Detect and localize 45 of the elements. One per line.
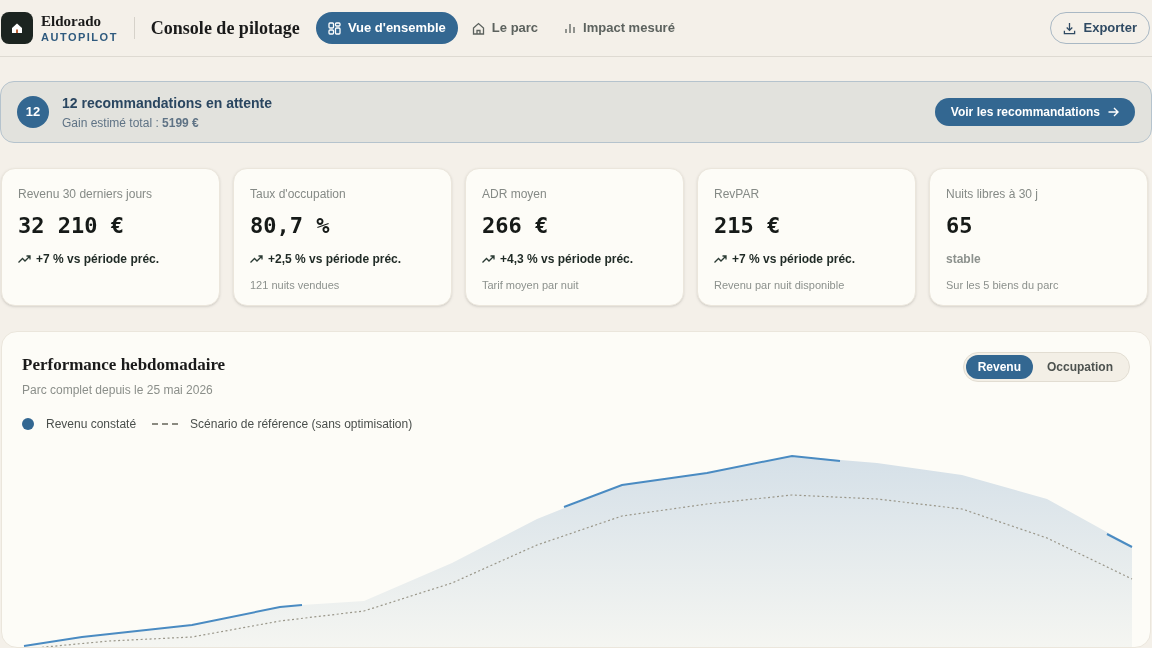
kpi-note: Sur les 5 biens du parc: [946, 278, 1060, 293]
kpi-label: Nuits libres à 30 j: [946, 186, 1040, 203]
legend-label: Revenu constaté: [46, 415, 137, 433]
kpi-label: ADR moyen: [482, 186, 548, 203]
trend-up-icon: [482, 255, 495, 263]
kpi-label: Revenu 30 derniers jours: [18, 186, 154, 203]
chart-title: Performance hebdomadaire: [22, 354, 226, 376]
kpi-trend: stable: [946, 251, 981, 268]
kpi-value: 32 210 €: [18, 212, 125, 240]
kpi-value: 65: [946, 212, 974, 240]
house-icon: [471, 21, 485, 35]
kpi-label: RevPAR: [714, 186, 761, 203]
trend-up-icon: [18, 255, 31, 263]
trend-up-icon: [714, 255, 727, 263]
banner-subtitle: Gain estimé total : 5199 €: [62, 114, 200, 132]
logo-icon: [1, 12, 33, 44]
grid-icon: [327, 21, 341, 35]
kpi-note: Tarif moyen par nuit: [482, 278, 580, 293]
download-icon: [1062, 21, 1076, 35]
bar-chart-icon: [564, 22, 577, 34]
kpi-trend: +2,5 % vs période préc.: [268, 251, 402, 268]
kpi-note: 121 nuits vendues: [250, 278, 341, 293]
legend-label: Scénario de référence (sans optimisation): [190, 415, 413, 433]
toggle-option[interactable]: Revenu: [965, 355, 1033, 379]
kpi-trend: +4,3 % vs période préc.: [500, 251, 634, 268]
nav-tab[interactable]: Vue d'ensemble: [315, 12, 458, 44]
nav-tab[interactable]: Le parc: [459, 12, 551, 44]
arrow-right-icon: [1108, 107, 1119, 117]
kpi-trend: +7 % vs période préc.: [36, 251, 160, 268]
kpi-value: 215 €: [714, 212, 782, 240]
nav-tab[interactable]: Impact mesuré: [552, 12, 687, 44]
recommendations-button[interactable]: Voir les recommandations: [934, 98, 1135, 126]
brand-tagline: AUTOPILOT: [41, 31, 118, 43]
kpi-label: Taux d'occupation: [250, 186, 347, 203]
brand-name: Eldorado: [41, 13, 102, 29]
kpi-trend: +7 % vs période préc.: [732, 251, 856, 268]
trend-up-icon: [250, 255, 263, 263]
toggle-option[interactable]: Occupation: [1033, 355, 1127, 379]
kpi-note: Revenu par nuit disponible: [714, 278, 846, 293]
kpi-value: 266 €: [482, 212, 550, 240]
count-badge: 12: [17, 96, 49, 128]
page-title: Console de pilotage: [150, 16, 300, 40]
banner-title: 12 recommandations en attente: [62, 93, 273, 113]
chart-subtitle: Parc complet depuis le 25 mai 2026: [22, 381, 214, 399]
kpi-value: 80,7 %: [250, 212, 331, 240]
